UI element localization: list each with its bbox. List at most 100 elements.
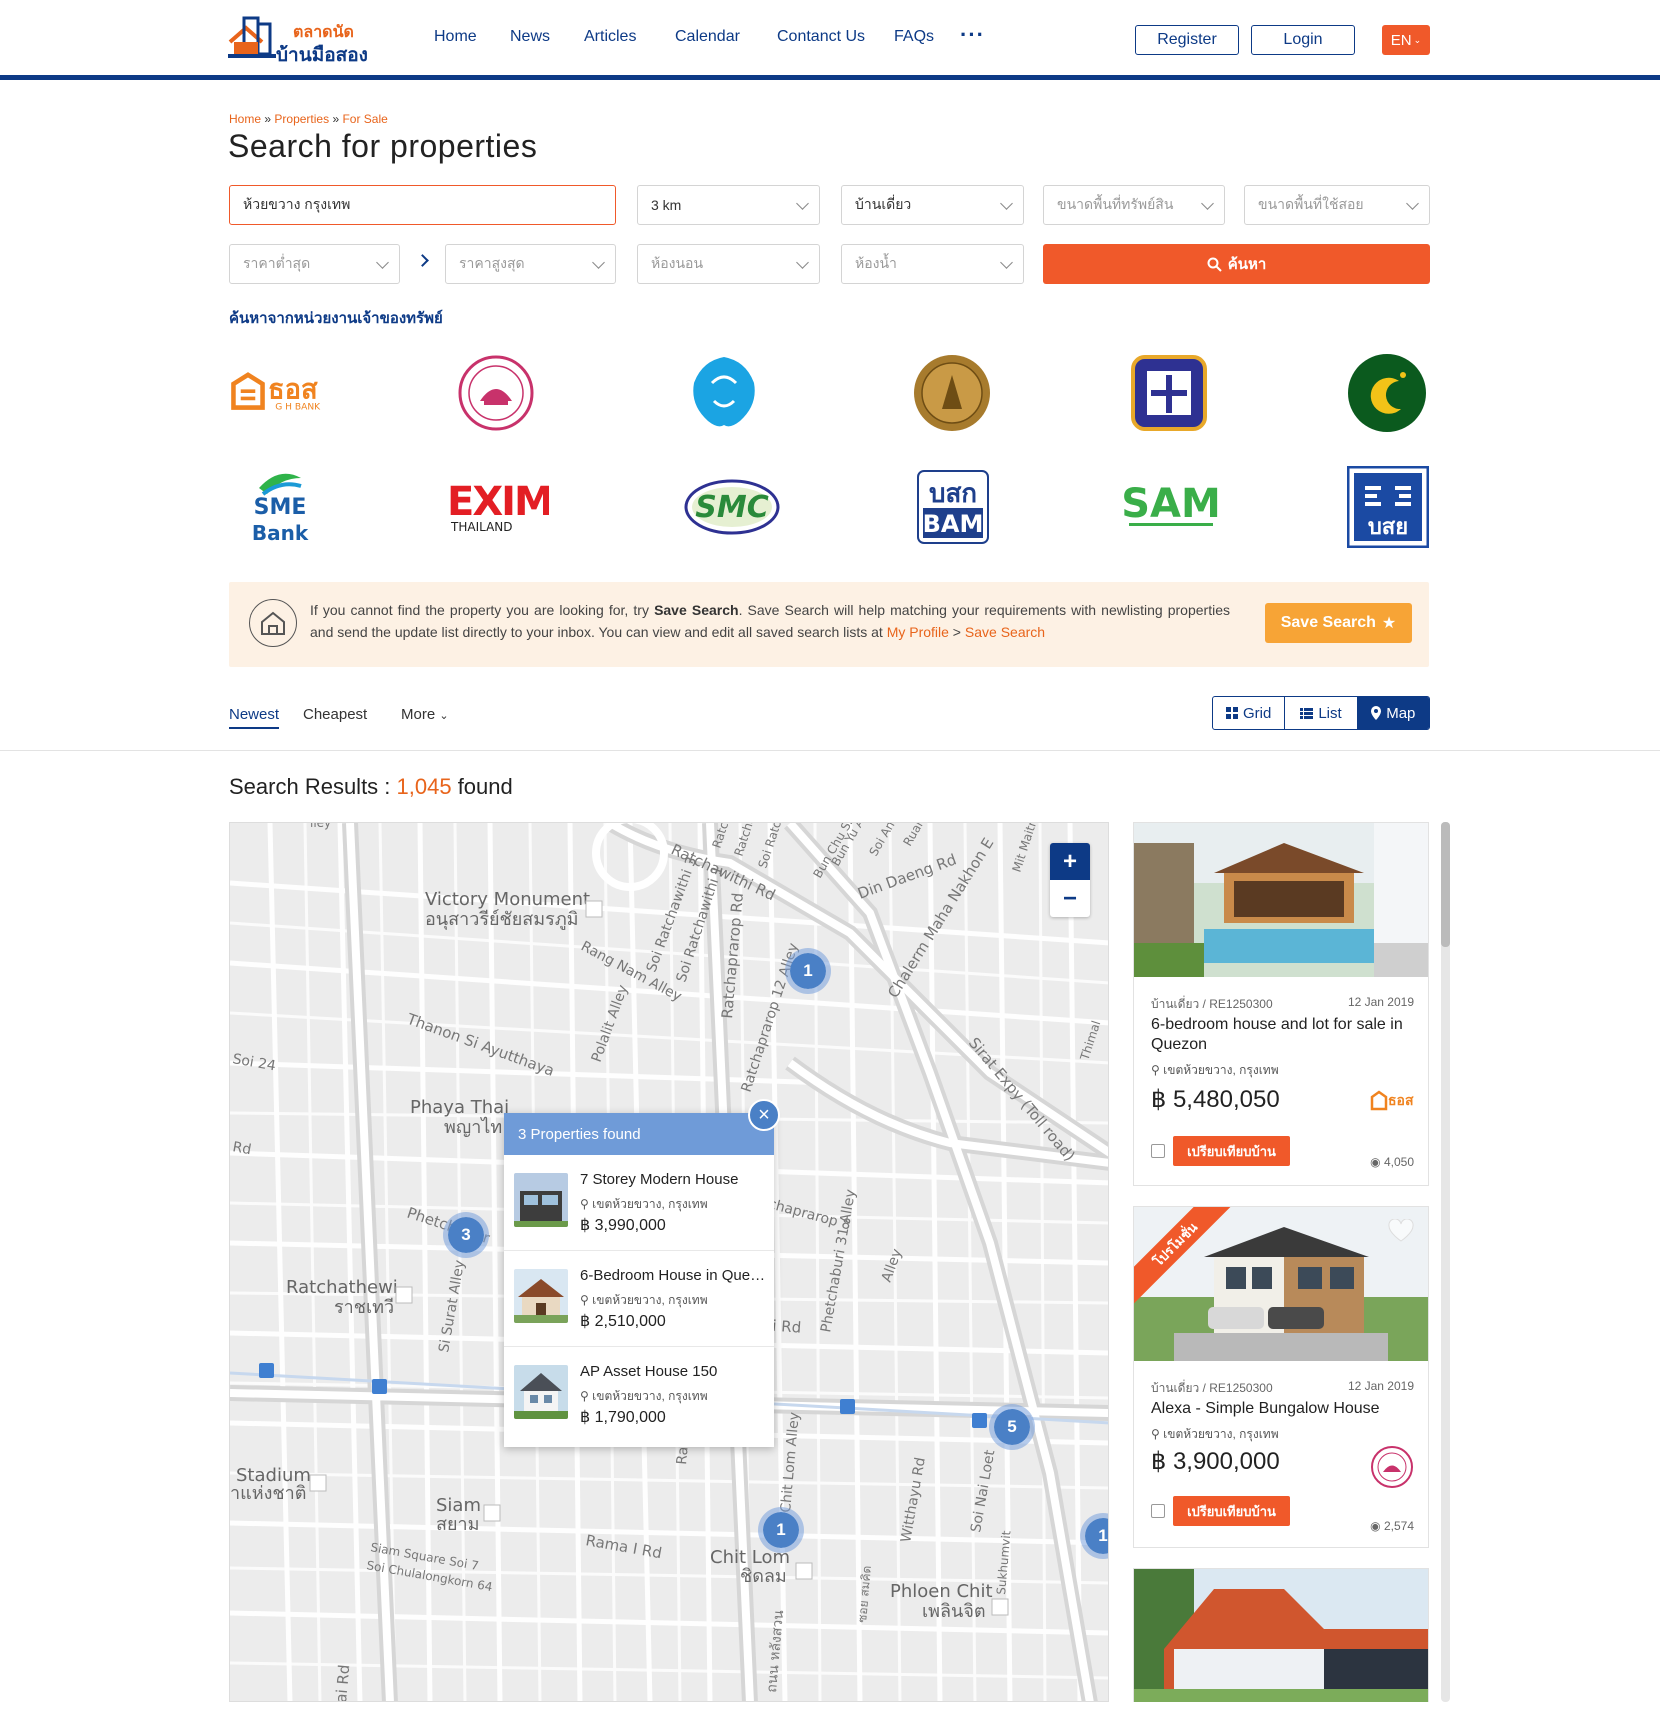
listing-date: 12 Jan 2019	[1347, 1379, 1414, 1393]
owner-logo-exim[interactable]: EXIM THAILAND	[442, 462, 552, 552]
star-icon: ★	[1381, 615, 1397, 632]
popup-item-location: ⚲ เขตห้วยขวาง, กรุงเทพ	[580, 1291, 708, 1310]
nav-home[interactable]: Home	[434, 28, 477, 46]
results-map[interactable]: Victory Monument อนุสาวรีย์ชัยสมรภูมิ Ph…	[229, 822, 1109, 1702]
owner-logo-ghb[interactable]: ธอส G H BANK	[228, 348, 328, 438]
listing-title[interactable]: Alexa - Simple Bungalow House	[1151, 1399, 1411, 1419]
view-map-button[interactable]: Map	[1357, 697, 1429, 729]
owner-logo-gsb[interactable]	[902, 348, 1002, 438]
min-price-select[interactable]: ราคาต่ำสุด	[229, 244, 400, 284]
map-cluster-marker[interactable]: 3	[443, 1212, 489, 1258]
language-select[interactable]: EN ⌄	[1382, 25, 1430, 55]
nav-faqs[interactable]: FAQs	[894, 28, 934, 46]
popup-item[interactable]: AP Asset House 150 ⚲ เขตห้วยขวาง, กรุงเท…	[504, 1347, 774, 1443]
language-label: EN	[1390, 31, 1412, 49]
usable-size-select[interactable]: ขนาดพื้นที่ใช้สอย	[1244, 185, 1430, 225]
save-search-button[interactable]: Save Search ★	[1265, 603, 1412, 643]
chevron-down-icon	[1000, 256, 1013, 269]
owner-logo-tcg[interactable]: บสย	[1338, 462, 1438, 552]
breadcrumb-properties[interactable]: Properties	[274, 112, 329, 126]
view-list-button[interactable]: List	[1285, 697, 1358, 729]
sort-newest[interactable]: Newest	[229, 706, 280, 729]
breadcrumb-for-sale[interactable]: For Sale	[342, 112, 387, 126]
compare-checkbox[interactable]	[1151, 1504, 1165, 1518]
listing-location-text: เขตห้วยขวาง, กรุงเทพ	[1163, 1427, 1279, 1441]
view-grid-label: Grid	[1242, 704, 1272, 722]
bam-th-text: บสก	[929, 479, 977, 509]
radius-select[interactable]: 3 km	[637, 185, 820, 225]
cards-scrollbar[interactable]	[1441, 822, 1450, 1702]
exim-logo: EXIM THAILAND	[447, 479, 549, 534]
ellipsis-icon[interactable]: ···	[960, 22, 985, 48]
sort-more-label: More	[401, 706, 436, 723]
nav-calendar[interactable]: Calendar	[675, 28, 740, 46]
chevron-down-icon	[796, 256, 809, 269]
popup-item[interactable]: 6-Bedroom House in Quezon ⚲ เขตห้วยขวาง,…	[504, 1251, 774, 1347]
search-button-label: ค้นหา	[1227, 256, 1267, 273]
breadcrumb-home[interactable]: Home	[229, 112, 261, 126]
zoom-in-button[interactable]: +	[1050, 843, 1090, 880]
max-price-select[interactable]: ราคาสูงสุด	[445, 244, 616, 284]
location-value: ห้วยขวาง กรุงเทพ	[243, 196, 351, 212]
map-label-chitlom-th: ชิดลม	[740, 1566, 787, 1587]
owner-logo-tsb[interactable]	[446, 348, 546, 438]
map-label-phaya-th: พญาไท	[444, 1116, 502, 1138]
sort-cheapest[interactable]: Cheapest	[303, 706, 367, 723]
owner-logo-smc[interactable]: SMC	[680, 462, 784, 552]
scrollbar-thumb[interactable]	[1441, 822, 1450, 947]
register-button[interactable]: Register	[1135, 25, 1239, 55]
owner-logo-sam[interactable]: SAM	[1116, 462, 1226, 552]
listing-card[interactable]	[1133, 1568, 1429, 1702]
owner-logo-bam[interactable]: บสก BAM	[903, 462, 1003, 552]
radius-value: 3 km	[651, 197, 682, 213]
sort-more[interactable]: More ⌄	[401, 706, 449, 723]
exim-text: EXIM	[447, 479, 549, 525]
view-grid-button[interactable]: Grid	[1213, 697, 1286, 729]
listing-price: ฿ 3,900,000	[1151, 1448, 1280, 1475]
banner-gt: >	[948, 624, 965, 640]
listing-price: ฿ 5,480,050	[1151, 1086, 1280, 1113]
bedrooms-select[interactable]: ห้องนอน	[637, 244, 820, 284]
save-search-link[interactable]: Save Search	[965, 624, 1045, 640]
listing-title[interactable]: 6-bedroom house and lot for sale in Quez…	[1151, 1015, 1411, 1055]
sam-text: SAM	[1121, 481, 1221, 527]
top-header: ตลาดนัด บ้านมือสอง Home News Articles Ca…	[0, 0, 1660, 80]
map-pin-icon	[1371, 706, 1382, 720]
zoom-out-button[interactable]: −	[1050, 880, 1090, 917]
compare-button[interactable]: เปรียบเทียบบ้าน	[1173, 1136, 1290, 1166]
map-zoom-control: + −	[1050, 843, 1090, 917]
map-cluster-marker[interactable]: 1	[785, 948, 831, 994]
compare-checkbox[interactable]	[1151, 1144, 1165, 1158]
map-cluster-marker[interactable]: 5	[989, 1404, 1035, 1450]
nav-articles[interactable]: Articles	[584, 28, 636, 46]
site-logo[interactable]: ตลาดนัด บ้านมือสอง	[228, 14, 398, 66]
login-button[interactable]: Login	[1251, 25, 1355, 55]
land-size-select[interactable]: ขนาดพื้นที่ทรัพย์สิน	[1043, 185, 1225, 225]
listing-card[interactable]: โปรโมชั่น บ้านเดี่ยว / RE1250300 12 Jan …	[1133, 1206, 1429, 1548]
owner-logo-islamic[interactable]	[1337, 348, 1437, 438]
gsb-seal-logo	[914, 355, 990, 431]
owner-logo-ktb[interactable]	[674, 348, 774, 438]
results-title: Search Results : 1,045 found	[229, 774, 513, 800]
ktb-bird-logo	[693, 357, 755, 427]
heart-icon[interactable]	[1388, 1219, 1414, 1243]
listing-card[interactable]: บ้านเดี่ยว / RE1250300 12 Jan 2019 6-bed…	[1133, 822, 1429, 1186]
map-label-siam-en: Siam	[436, 1495, 481, 1516]
owner-logo-sme[interactable]: SME Bank	[230, 462, 330, 552]
grid-icon	[1225, 707, 1238, 719]
bathrooms-select[interactable]: ห้องน้ำ	[841, 244, 1024, 284]
map-cluster-marker[interactable]: 1	[758, 1507, 804, 1553]
popup-item[interactable]: 7 Storey Modern House ⚲ เขตห้วยขวาง, กรุ…	[504, 1155, 774, 1251]
property-type-select[interactable]: บ้านเดี่ยว	[841, 185, 1024, 225]
search-button[interactable]: ค้นหา	[1043, 244, 1430, 284]
nav-contact[interactable]: Contanct Us	[777, 28, 865, 46]
owner-logo-bot[interactable]	[1119, 348, 1219, 438]
listing-views-count: 4,050	[1383, 1155, 1414, 1169]
my-profile-link[interactable]: My Profile	[887, 624, 949, 640]
close-icon[interactable]: ×	[748, 1099, 780, 1131]
location-input[interactable]: ห้วยขวาง กรุงเทพ	[229, 185, 616, 225]
sme-bank-logo: SME Bank	[252, 473, 309, 545]
view-map-label: Map	[1386, 704, 1416, 722]
nav-news[interactable]: News	[510, 28, 550, 46]
compare-button[interactable]: เปรียบเทียบบ้าน	[1173, 1496, 1290, 1526]
